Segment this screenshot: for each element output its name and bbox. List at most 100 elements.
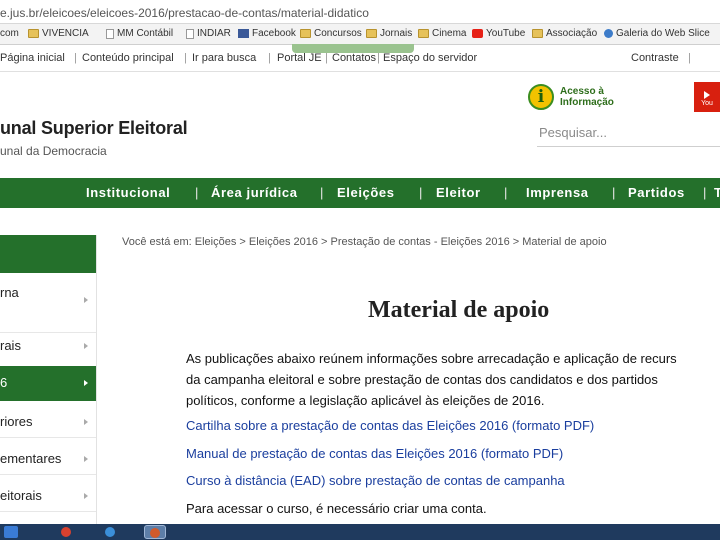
intro-line: da campanha eleitoral e sobre prestação … bbox=[186, 372, 658, 387]
bookmark-label: Concursos bbox=[314, 28, 362, 39]
globe-icon bbox=[604, 29, 613, 38]
chevron-right-icon bbox=[84, 456, 88, 462]
chevron-right-icon bbox=[84, 380, 88, 386]
folder-icon bbox=[300, 29, 311, 38]
nav-separator: | bbox=[504, 185, 508, 200]
windows-start-icon[interactable] bbox=[4, 526, 18, 538]
bookmark-label: MM Contábil bbox=[117, 28, 174, 39]
nav-separator: | bbox=[195, 185, 199, 200]
link-ir-para-busca[interactable]: Ir para busca bbox=[192, 52, 256, 64]
breadcrumb[interactable]: Você está em: Eleições > Eleições 2016 >… bbox=[122, 236, 607, 248]
separator: | bbox=[688, 52, 691, 64]
link-manual-pdf[interactable]: Manual de prestação de contas das Eleiçõ… bbox=[186, 446, 563, 461]
play-icon bbox=[704, 91, 710, 99]
link-cartilha-pdf[interactable]: Cartilha sobre a prestação de contas das… bbox=[186, 418, 594, 433]
nav-eleicoes[interactable]: Eleições bbox=[337, 185, 395, 200]
taskbar-app-ie[interactable] bbox=[100, 525, 122, 539]
taskbar-app-powerpoint[interactable] bbox=[144, 525, 166, 539]
sidebar-item-3[interactable]: riores bbox=[0, 401, 96, 438]
bookmark-label: YouTube bbox=[486, 28, 526, 39]
link-contatos[interactable]: Contatos bbox=[332, 52, 376, 64]
contrast-toggle[interactable]: Contraste bbox=[631, 52, 679, 64]
bookmark-label: INDIAR bbox=[197, 28, 231, 39]
nav-separator: | bbox=[612, 185, 616, 200]
link-espaco-servidor[interactable]: Espaço do servidor bbox=[383, 52, 477, 64]
separator: | bbox=[377, 52, 380, 64]
page-icon bbox=[186, 28, 194, 39]
youtube-label: You bbox=[701, 100, 713, 107]
separator: | bbox=[74, 52, 77, 64]
youtube-icon bbox=[472, 29, 483, 38]
nav-imprensa[interactable]: Imprensa bbox=[526, 185, 589, 200]
intro-line: políticos, conforme a legislação aplicáv… bbox=[186, 393, 545, 408]
sidebar-item-label: rais bbox=[0, 338, 21, 353]
bookmark-label: Jornais bbox=[380, 28, 413, 39]
chrome-icon bbox=[61, 527, 71, 537]
accessibility-bar: Página inicial | Conteúdo principal | Ir… bbox=[0, 50, 720, 70]
bookmark-label: com bbox=[0, 28, 19, 39]
acesso-informacao-badge[interactable]: i Acesso à Informação bbox=[528, 84, 620, 112]
link-conteudo-principal[interactable]: Conteúdo principal bbox=[82, 52, 174, 64]
chevron-right-icon bbox=[84, 343, 88, 349]
bookmark-com[interactable]: com bbox=[0, 28, 19, 39]
info-icon: i bbox=[528, 84, 554, 110]
acesso-line-1: Acesso à bbox=[560, 86, 604, 97]
bookmark-youtube[interactable]: YouTube bbox=[472, 28, 525, 39]
account-note: Para acessar o curso, é necessário criar… bbox=[186, 501, 487, 516]
bookmark-cinema[interactable]: Cinema bbox=[418, 28, 466, 39]
youtube-button[interactable]: You bbox=[694, 82, 720, 112]
address-bar[interactable]: e.jus.br/eleicoes/eleicoes-2016/prestaca… bbox=[0, 0, 720, 24]
bookmark-mm-contabil[interactable]: MM Contábil bbox=[106, 28, 173, 39]
intro-line: As publicações abaixo reúnem informações… bbox=[186, 351, 677, 366]
site-title[interactable]: unal Superior Eleitoral bbox=[0, 118, 188, 139]
url-text[interactable]: e.jus.br/eleicoes/eleicoes-2016/prestaca… bbox=[0, 6, 369, 20]
bookmark-vivencia[interactable]: VIVENCIA bbox=[28, 28, 89, 39]
acesso-informacao-text: Acesso à Informação bbox=[560, 86, 614, 108]
chevron-right-icon bbox=[84, 297, 88, 303]
bookmarks-bar: com VIVENCIA MM Contábil INDIAR Facebook… bbox=[0, 24, 720, 45]
nav-institucional[interactable]: Institucional bbox=[86, 185, 170, 200]
bookmark-label: VIVENCIA bbox=[42, 28, 89, 39]
bookmark-web-slice[interactable]: Galeria do Web Slice bbox=[604, 28, 710, 39]
site-subtitle: unal da Democracia bbox=[0, 144, 107, 158]
link-curso-ead[interactable]: Curso à distância (EAD) sobre prestação … bbox=[186, 473, 565, 488]
sidebar-item-2[interactable]: 6 bbox=[0, 366, 96, 401]
sidebar-item-label: rna bbox=[0, 285, 19, 300]
folder-icon bbox=[418, 29, 429, 38]
acesso-line-2: Informação bbox=[560, 97, 614, 108]
separator: | bbox=[268, 52, 271, 64]
taskbar-app-chrome[interactable] bbox=[56, 525, 78, 539]
bookmark-label: Cinema bbox=[432, 28, 467, 39]
bookmark-label: Associação bbox=[546, 28, 598, 39]
bookmark-jornais[interactable]: Jornais bbox=[366, 28, 412, 39]
bookmark-label: Facebook bbox=[252, 28, 296, 39]
page-icon bbox=[106, 28, 114, 39]
sidebar-item-label: ementares bbox=[0, 451, 62, 466]
search-input[interactable] bbox=[537, 119, 720, 147]
intro-paragraph: As publicações abaixo reúnem informações… bbox=[186, 348, 720, 411]
nav-truncated[interactable]: T bbox=[714, 185, 720, 200]
sidebar-item-1[interactable]: rais bbox=[0, 333, 96, 370]
nav-area-juridica[interactable]: Área jurídica bbox=[211, 185, 298, 200]
nav-separator: | bbox=[419, 185, 423, 200]
folder-icon bbox=[28, 29, 39, 38]
nav-eleitor[interactable]: Eleitor bbox=[436, 185, 481, 200]
powerpoint-icon bbox=[150, 528, 160, 538]
link-portal-je[interactable]: Portal JE bbox=[277, 52, 322, 64]
link-pagina-inicial[interactable]: Página inicial bbox=[0, 52, 65, 64]
sidebar-item-5[interactable]: eitorais bbox=[0, 475, 96, 512]
sidebar-item-0[interactable]: rna bbox=[0, 283, 96, 333]
bookmark-indiar[interactable]: INDIAR bbox=[186, 28, 231, 39]
nav-partidos[interactable]: Partidos bbox=[628, 185, 685, 200]
divider bbox=[0, 71, 720, 72]
sidebar-header bbox=[0, 235, 96, 273]
sidebar-item-label: riores bbox=[0, 414, 33, 429]
sidebar-item-4[interactable]: ementares bbox=[0, 438, 96, 475]
bookmark-facebook[interactable]: Facebook bbox=[238, 28, 296, 39]
separator: | bbox=[184, 52, 187, 64]
bookmark-associacao[interactable]: Associação bbox=[532, 28, 597, 39]
os-taskbar bbox=[0, 524, 720, 540]
sidebar: rna rais 6 riores ementares eitorais bbox=[0, 235, 97, 525]
sidebar-item-label: eitorais bbox=[0, 488, 42, 503]
bookmark-concursos[interactable]: Concursos bbox=[300, 28, 362, 39]
